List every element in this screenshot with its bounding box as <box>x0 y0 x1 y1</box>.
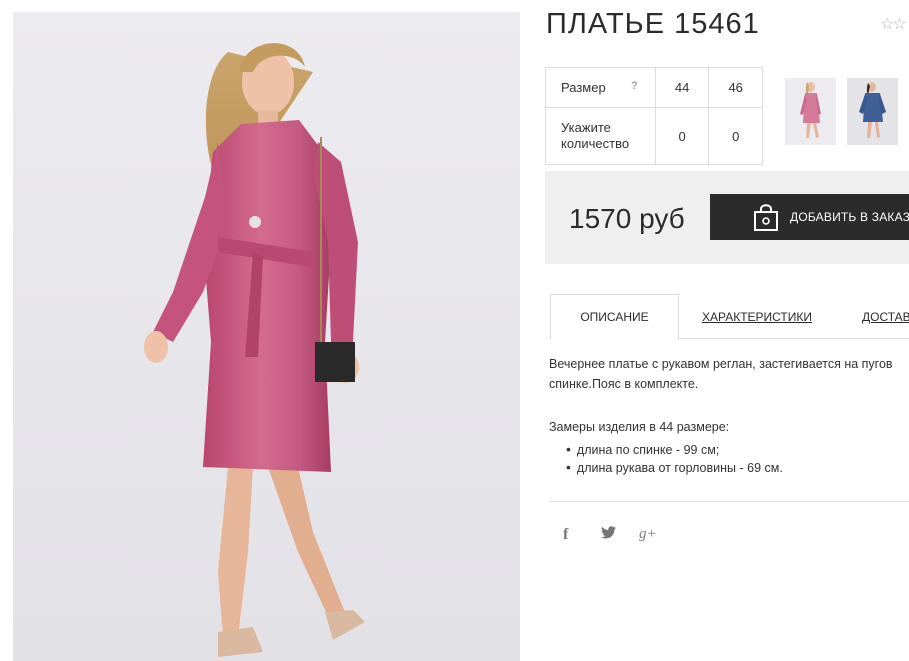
description-line-1: Вечернее платье с рукавом реглан, застег… <box>549 357 893 371</box>
tab-delivery[interactable]: ДОСТАВ <box>862 294 909 339</box>
description-text: Вечернее платье с рукавом реглан, застег… <box>549 354 909 394</box>
measurement-item: длина рукава от горловины - 69 см. <box>566 459 783 477</box>
measurements-list: длина по спинке - 99 см; длина рукава от… <box>566 441 783 477</box>
size-label-cell: Размер ? <box>545 67 656 108</box>
price: 1570 руб <box>569 203 685 234</box>
add-to-order-button[interactable]: ДОБАВИТЬ В ЗАКАЗ <box>710 194 909 240</box>
size-label: Размер <box>561 80 606 95</box>
add-to-order-label: ДОБАВИТЬ В ЗАКАЗ <box>790 210 909 224</box>
model-in-dress-illustration <box>144 43 365 657</box>
thumbnail-blue-dress[interactable] <box>847 78 898 145</box>
product-tabs: ОПИСАНИЕ ХАРАКТЕРИСТИКИ ДОСТАВ <box>550 294 909 340</box>
facebook-icon[interactable]: f <box>563 526 601 544</box>
rating-stars[interactable]: ☆☆ <box>880 14 907 34</box>
tab-description[interactable]: ОПИСАНИЕ <box>550 294 679 340</box>
quantity-44-input[interactable]: 0 <box>654 107 710 165</box>
price-panel: 1570 руб ДОБАВИТЬ В ЗАКАЗ <box>545 171 909 264</box>
quantity-label: Укажите количество <box>545 107 656 165</box>
tab-characteristics[interactable]: ХАРАКТЕРИСТИКИ <box>702 294 812 339</box>
product-main-photo[interactable] <box>13 12 520 661</box>
size-44: 44 <box>654 67 710 108</box>
measurements-title: Замеры изделия в 44 размере: <box>549 420 730 434</box>
product-title: ПЛАТЬЕ 15461 <box>546 8 760 40</box>
twitter-bird-shape <box>601 526 616 539</box>
size-46: 46 <box>708 67 763 108</box>
thumbnail-pink-dress[interactable] <box>785 78 836 145</box>
shopping-bag-icon <box>754 204 778 231</box>
measurement-item: длина по спинке - 99 см; <box>566 441 783 459</box>
help-icon[interactable]: ? <box>631 80 638 92</box>
google-plus-icon[interactable]: g+ <box>639 526 677 544</box>
twitter-icon[interactable] <box>601 526 639 544</box>
social-share: f g+ <box>563 526 677 544</box>
size-quantity-table: Размер ? 44 46 Укажите количество 0 0 <box>545 67 763 165</box>
pink-dress-thumb-image <box>800 82 821 138</box>
divider <box>549 501 909 502</box>
description-line-2: спинке.Пояс в комплекте. <box>549 377 699 391</box>
blue-dress-thumb-image <box>859 82 886 138</box>
quantity-46-input[interactable]: 0 <box>708 107 763 165</box>
